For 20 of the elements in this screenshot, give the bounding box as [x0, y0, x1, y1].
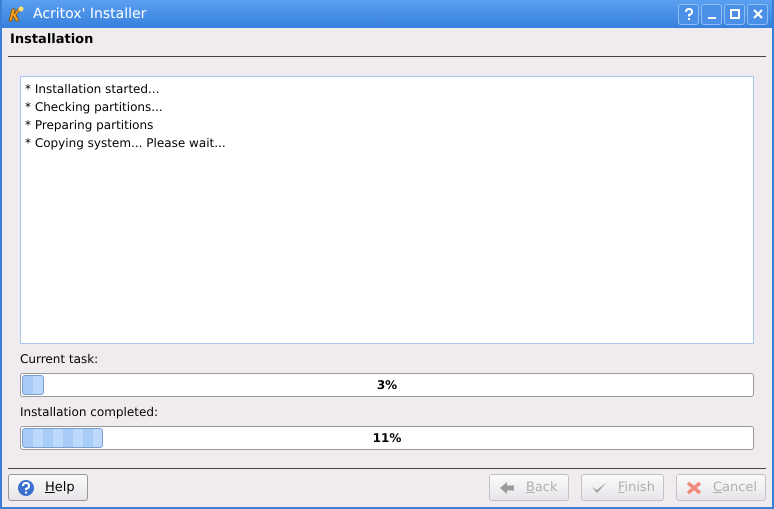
- close-button[interactable]: [747, 4, 768, 24]
- progress-reading: 11%: [372, 430, 402, 447]
- minimize-button[interactable]: [701, 4, 722, 24]
- progress-reading: 3%: [376, 377, 398, 394]
- log-line: * Preparing partitions: [25, 117, 154, 134]
- window-title: Acritox' Installer: [33, 6, 148, 22]
- progress-label: Current task:: [20, 351, 100, 368]
- square-icon: [728, 7, 742, 21]
- app-icon: [7, 5, 25, 23]
- help-icon: [17, 478, 35, 496]
- help-button[interactable]: [678, 4, 699, 24]
- close-icon: [750, 7, 764, 21]
- help-button[interactable]: Help: [8, 474, 88, 501]
- log-line: * Checking partitions...: [25, 99, 164, 116]
- progress-label: Installation completed:: [20, 404, 159, 421]
- log-line: * Copying system... Please wait...: [25, 135, 227, 152]
- minimize-icon: [708, 17, 716, 19]
- maximize-button[interactable]: [724, 4, 745, 24]
- log-line: * Installation started...: [25, 81, 160, 98]
- page-title: Installation: [9, 31, 94, 49]
